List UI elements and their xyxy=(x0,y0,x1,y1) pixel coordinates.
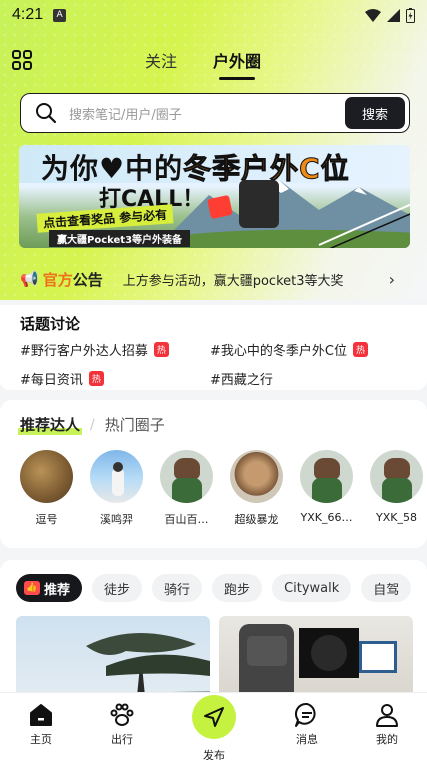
nav-messages-label: 消息 xyxy=(296,733,318,746)
nav-home[interactable]: 主页 xyxy=(11,701,71,747)
user-item[interactable]: 溪鸣羿 xyxy=(90,450,143,527)
status-bar: 4:21 A xyxy=(0,0,427,30)
send-arrow-icon xyxy=(204,707,224,727)
nav-travel-label: 出行 xyxy=(111,733,133,746)
filter-chip[interactable]: 徒步 xyxy=(92,574,143,602)
announcement-text: 上方参与活动，赢大疆pocket3等大奖 xyxy=(122,273,344,289)
user-name: 溪鸣羿 xyxy=(100,513,133,526)
user-icon xyxy=(376,704,398,727)
banner-sub: 点击查看奖品 参与必有 xyxy=(36,204,174,233)
megaphone-icon: 📢 xyxy=(20,270,39,288)
announcement-title-a: 官方 xyxy=(42,270,73,289)
topic-item[interactable]: #野行客户外达人招募热 xyxy=(20,340,210,359)
nav-mine-label: 我的 xyxy=(376,733,398,746)
filter-chip-recommend[interactable]: 👍 推荐 xyxy=(16,574,83,602)
wifi-icon xyxy=(365,8,381,22)
avatar xyxy=(160,450,213,503)
message-icon xyxy=(295,702,316,727)
announcement-bar[interactable]: 📢 官方公告 上方参与活动，赢大疆pocket3等大奖 › xyxy=(0,262,427,296)
filter-chip[interactable]: Citywalk xyxy=(272,574,352,602)
topic-item[interactable]: #我心中的冬季户外C位热 xyxy=(210,340,400,359)
user-item[interactable]: YXK_58 xyxy=(370,450,423,527)
hot-badge: 热 xyxy=(88,371,104,386)
filter-chip-label: 推荐 xyxy=(44,582,71,598)
thumbs-up-icon: 👍 xyxy=(24,581,40,595)
promo-banner[interactable]: 为你♥中的冬季户外C位 打CALL！ 点击查看奖品 参与必有 赢大疆Pocket… xyxy=(19,145,410,248)
topics-section: 话题讨论 #野行客户外达人招募热 #我心中的冬季户外C位热 #每日资讯热 #西藏… xyxy=(0,305,427,390)
signal-icon xyxy=(387,8,400,22)
topic-item[interactable]: #西藏之行 xyxy=(210,369,400,388)
battery-icon xyxy=(406,7,415,23)
nav-publish-label: 发布 xyxy=(203,749,225,760)
tab-hot-circles[interactable]: 热门圈子 xyxy=(105,414,165,435)
tab-bar: 关注 户外圈 xyxy=(145,48,261,80)
banner-prize: 赢大疆Pocket3等户外装备 xyxy=(49,230,191,247)
nav-travel[interactable]: 出行 xyxy=(92,701,152,747)
avatar xyxy=(230,450,283,503)
announcement-title: 官方公告 xyxy=(43,269,103,290)
nav-mine[interactable]: 我的 xyxy=(357,701,417,747)
status-time: 4:21 xyxy=(12,6,44,23)
user-name: YXK_66… xyxy=(300,511,353,524)
tab-separator: / xyxy=(90,416,95,433)
tab-follow[interactable]: 关注 xyxy=(145,48,177,72)
user-item[interactable]: YXK_66… xyxy=(300,450,353,527)
top-tabs-row: 关注 户外圈 xyxy=(0,42,427,80)
avatar xyxy=(300,450,353,503)
search-icon xyxy=(36,103,57,124)
topic-label: #野行客户外达人招募 xyxy=(20,344,148,359)
chevron-right-icon: › xyxy=(388,269,395,289)
announcement-title-b: 公告 xyxy=(72,270,103,289)
avatar xyxy=(20,450,73,503)
topic-item[interactable]: #每日资讯热 xyxy=(20,369,210,388)
paw-icon xyxy=(110,703,134,726)
home-icon xyxy=(30,704,52,726)
avatar xyxy=(90,450,143,503)
tab-recommended-users[interactable]: 推荐达人 xyxy=(17,414,83,435)
user-item[interactable]: 百山百… xyxy=(160,450,213,527)
user-name: 逗号 xyxy=(35,513,58,526)
user-name: 百山百… xyxy=(164,513,209,526)
user-item[interactable]: 逗号 xyxy=(20,450,73,527)
filter-chips: 👍 推荐 徒步 骑行 跑步 Citywalk 自驾 xyxy=(16,574,412,602)
recommend-section: 推荐达人 / 热门圈子 逗号 溪鸣羿 百山百… 超级暴龙 YXK_66… YXK… xyxy=(0,400,427,548)
nav-home-label: 主页 xyxy=(30,733,52,746)
topics-title: 话题讨论 xyxy=(20,315,81,333)
user-name: YXK_58 xyxy=(376,511,417,524)
filter-chip[interactable]: 跑步 xyxy=(212,574,263,602)
camera-icon xyxy=(239,180,279,228)
topic-label: #西藏之行 xyxy=(210,373,273,388)
hot-badge: 热 xyxy=(352,342,368,357)
search-input[interactable]: 搜索笔记/用户/圈子 xyxy=(69,104,345,123)
topic-label: #每日资讯 xyxy=(20,373,83,388)
hot-badge: 热 xyxy=(153,342,169,357)
filter-chip[interactable]: 骑行 xyxy=(152,574,203,602)
topic-label: #我心中的冬季户外C位 xyxy=(210,344,347,359)
tab-outdoor[interactable]: 户外圈 xyxy=(213,48,261,80)
filter-chip[interactable]: 自驾 xyxy=(361,574,412,602)
menu-grid-icon[interactable] xyxy=(12,50,32,70)
search-bar[interactable]: 搜索笔记/用户/圈子 搜索 xyxy=(20,93,410,133)
user-name: 超级暴龙 xyxy=(234,513,279,526)
publish-button[interactable] xyxy=(192,695,236,739)
avatar xyxy=(370,450,423,503)
user-item[interactable]: 超级暴龙 xyxy=(230,450,283,527)
nav-messages[interactable]: 消息 xyxy=(277,701,337,747)
bottom-nav: 主页 出行 发布 消息 我的 xyxy=(0,692,427,760)
notification-a-icon: A xyxy=(53,8,67,22)
search-button[interactable]: 搜索 xyxy=(345,97,405,129)
